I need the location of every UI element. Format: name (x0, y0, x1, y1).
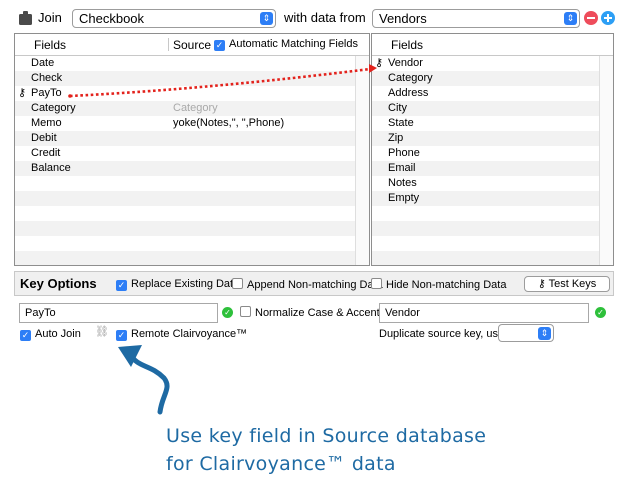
annotation-arrow (118, 345, 170, 415)
annotation-line-1: Use key field in Source database (166, 425, 487, 447)
annotation-line-2: for Clairvoyance™ data (166, 453, 396, 475)
